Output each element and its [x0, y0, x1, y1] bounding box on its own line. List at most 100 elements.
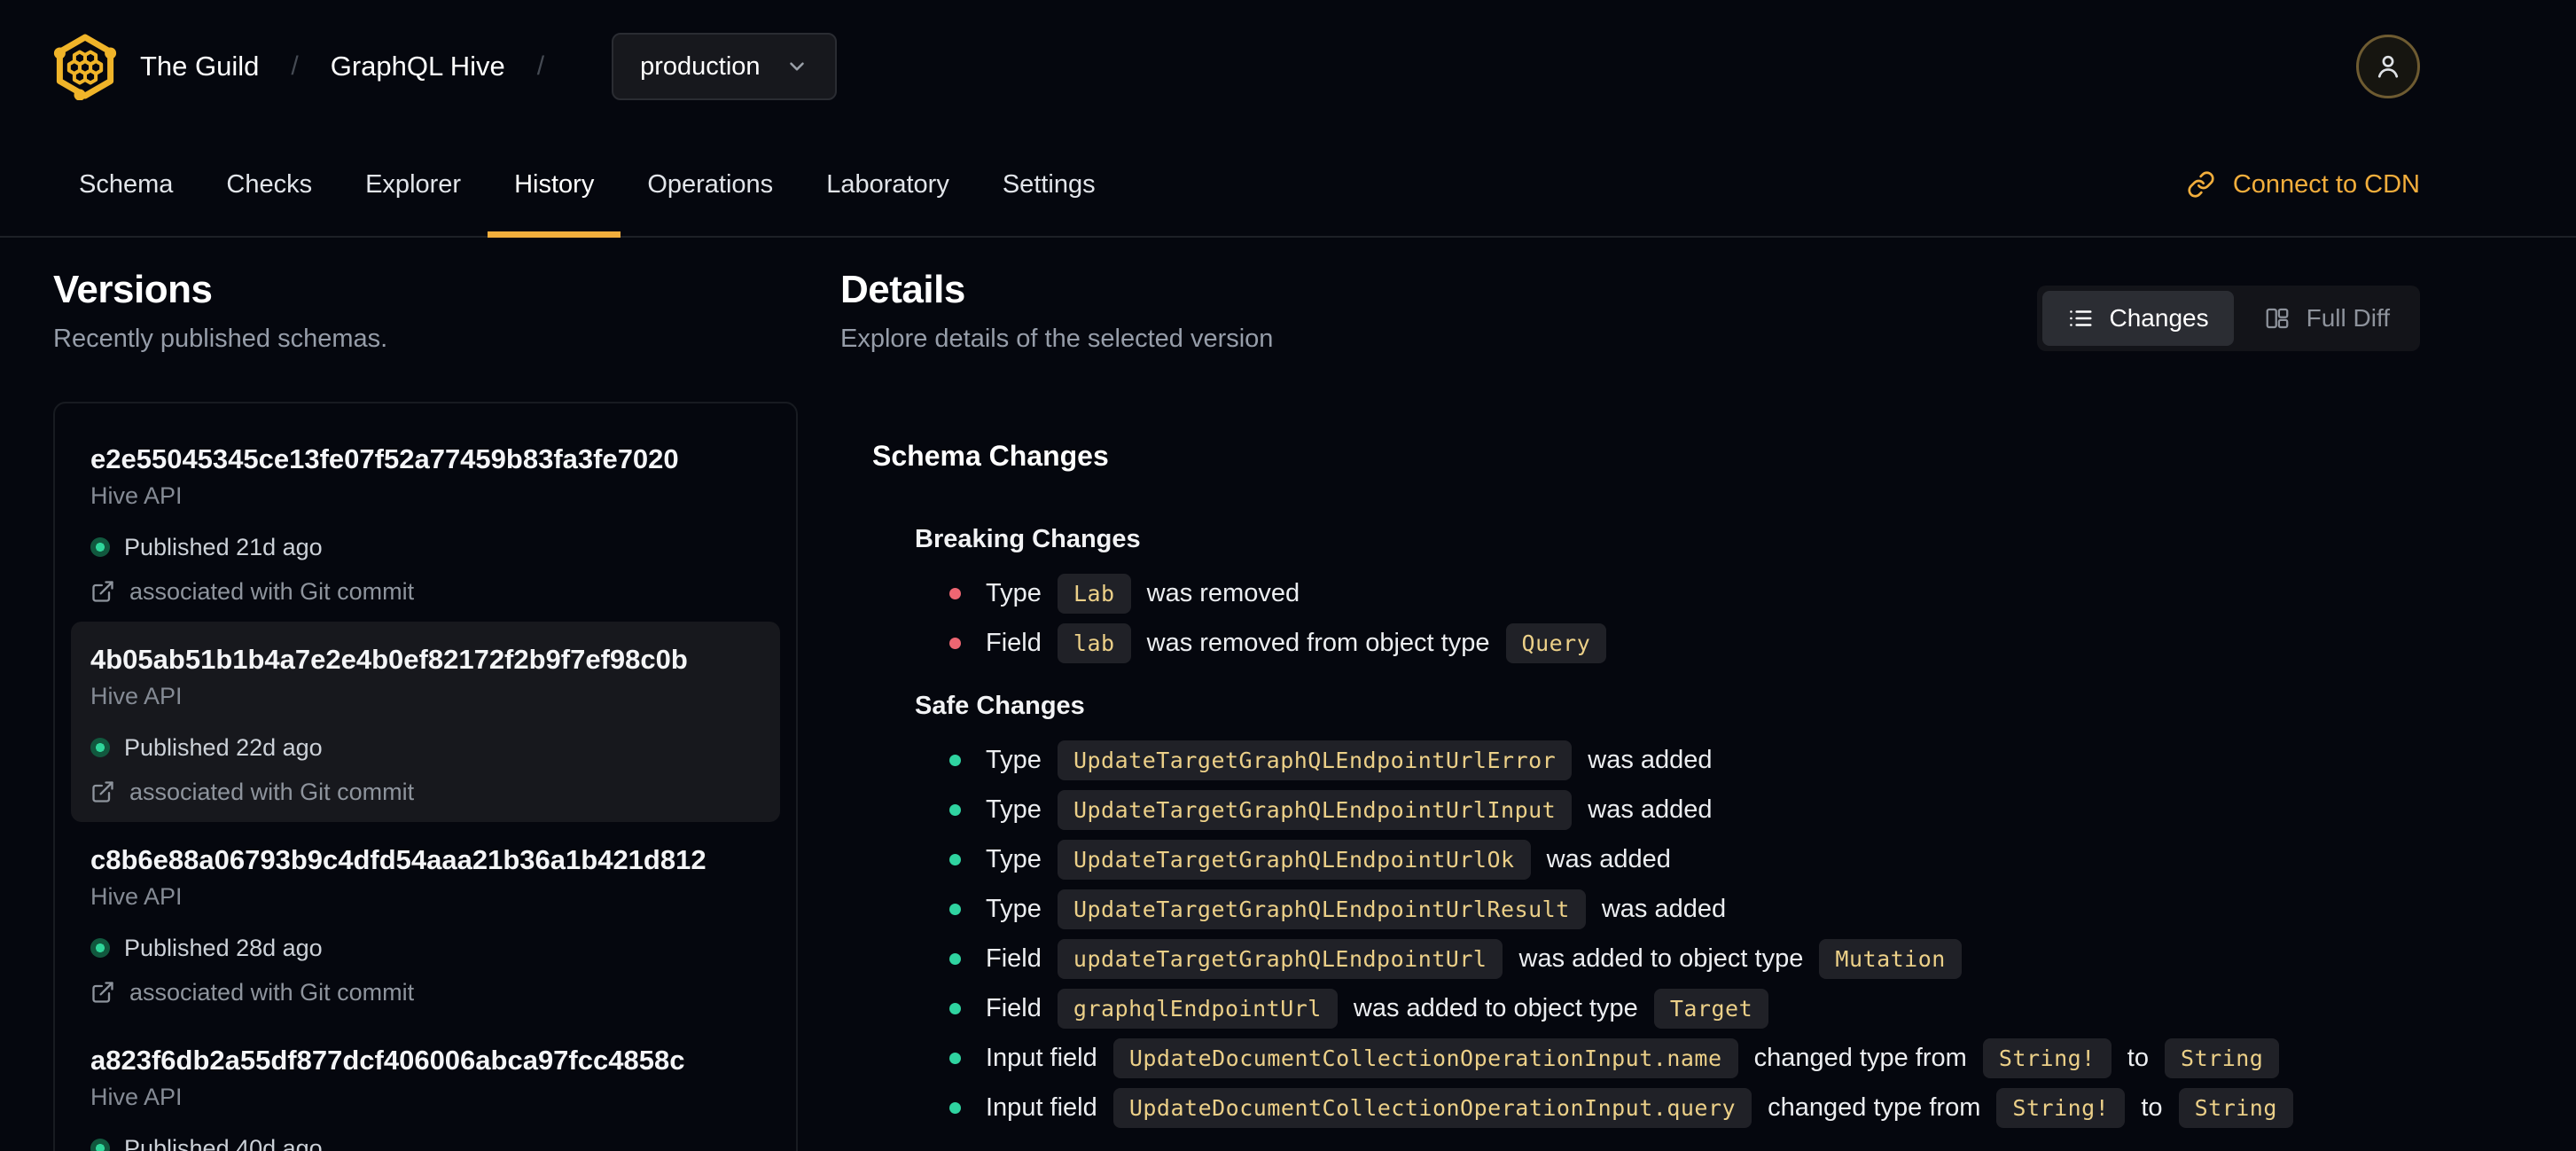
change-bullet-dot — [949, 853, 961, 865]
version-card[interactable]: 4b05ab51b1b4a7e2e4b0ef82172f2b9f7ef98c0b… — [71, 622, 780, 822]
version-card[interactable]: a823f6db2a55df877dcf406006abca97fcc4858c… — [71, 1022, 780, 1151]
top-bar: The Guild / GraphQL Hive / production — [0, 0, 2576, 133]
change-text-segment: to — [2119, 1043, 2157, 1072]
tab-schema[interactable]: Schema — [52, 133, 199, 236]
list-icon — [2069, 310, 2092, 326]
change-text: Field lab was removed from object type Q… — [986, 622, 1615, 663]
target-selector-value: production — [640, 51, 761, 81]
code-badge: UpdateTargetGraphQLEndpointUrlInput — [1057, 789, 1573, 830]
schema-change-item: Field graphqlEndpointUrl was added to ob… — [949, 983, 2420, 1033]
change-text-segment: Type — [986, 844, 1049, 873]
link-icon — [2188, 171, 2214, 198]
published-status-dot — [90, 938, 110, 958]
version-published-text: Published 22d ago — [124, 734, 323, 761]
change-text-segment: Field — [986, 993, 1049, 1022]
breadcrumb-org[interactable]: The Guild — [140, 51, 259, 82]
full-diff-view-button[interactable]: Full Diff — [2239, 291, 2415, 346]
version-card[interactable]: e2e55045345ce13fe07f52a77459b83fa3fe7020… — [71, 421, 780, 622]
version-published-row: Published 40d ago — [90, 1134, 761, 1151]
version-published-row: Published 28d ago — [90, 934, 761, 962]
change-bullet-dot — [949, 952, 961, 965]
version-git-commit-link[interactable]: associated with Git commit — [90, 978, 761, 1006]
change-bullet-dot — [949, 1052, 961, 1064]
change-bullet-dot — [949, 637, 961, 649]
schema-change-item: Type UpdateTargetGraphQLEndpointUrlResul… — [949, 884, 2420, 934]
code-badge: graphqlEndpointUrl — [1057, 988, 1338, 1029]
breadcrumb-separator: / — [536, 51, 545, 81]
change-group-title: Safe Changes — [915, 692, 1085, 720]
change-text: Type UpdateTargetGraphQLEndpointUrlResul… — [986, 889, 1726, 929]
change-group-breaking: Breaking Changes Type Lab was removed Fi… — [915, 524, 2420, 668]
version-git-commit-link[interactable]: associated with Git commit — [90, 778, 761, 806]
change-bullet-dot — [949, 903, 961, 915]
code-badge: updateTargetGraphQLEndpointUrl — [1057, 938, 1503, 979]
user-icon — [2377, 55, 2399, 78]
tab-laboratory[interactable]: Laboratory — [800, 133, 976, 236]
breadcrumb: The Guild / GraphQL Hive / production — [53, 33, 837, 100]
code-badge: lab — [1057, 622, 1131, 663]
breadcrumb-separator: / — [291, 51, 299, 81]
published-status-dot — [90, 537, 110, 557]
change-text-segment: Input field — [986, 1043, 1105, 1072]
code-badge: Mutation — [1819, 938, 1962, 979]
code-badge: String — [2178, 1087, 2293, 1128]
tab-bar: Schema Checks Explorer History Operations Lab… — [0, 133, 2576, 238]
tab-checks[interactable]: Checks — [199, 133, 339, 236]
tab-explorer[interactable]: Explorer — [339, 133, 488, 236]
change-text: Type UpdateTargetGraphQLEndpointUrlInput… — [986, 789, 1713, 830]
details-panel: Details Explore details of the selected … — [840, 268, 2420, 1151]
code-badge: UpdateTargetGraphQLEndpointUrlResult — [1057, 889, 1586, 929]
external-link-icon — [92, 781, 113, 803]
code-badge: Query — [1505, 622, 1607, 663]
connect-to-cdn-button[interactable]: Connect to CDN — [2187, 133, 2420, 236]
version-git-commit-link[interactable]: associated with Git commit — [90, 577, 761, 606]
breadcrumb-project[interactable]: GraphQL Hive — [331, 51, 505, 82]
versions-list: e2e55045345ce13fe07f52a77459b83fa3fe7020… — [53, 402, 798, 1151]
change-text-segment: was added to object type — [1511, 944, 1811, 973]
schema-change-item: Type UpdateTargetGraphQLEndpointUrlOk wa… — [949, 834, 2420, 884]
version-card[interactable]: c8b6e88a06793b9c4dfd54aaa21b36a1b421d812… — [71, 822, 780, 1022]
tab-history[interactable]: History — [488, 133, 621, 238]
versions-subtitle: Recently published schemas. — [53, 325, 388, 353]
change-bullet-dot — [949, 754, 961, 766]
tab-operations[interactable]: Operations — [621, 133, 800, 236]
change-text-segment: Field — [986, 628, 1049, 657]
chevron-down-icon — [789, 62, 804, 71]
change-text: Input field UpdateDocumentCollectionOper… — [986, 1037, 2288, 1078]
schema-change-item: Input field UpdateDocumentCollectionOper… — [949, 1083, 2420, 1132]
schema-change-item: Field updateTargetGraphQLEndpointUrl was… — [949, 934, 2420, 983]
change-bullet-dot — [949, 803, 961, 816]
versions-panel: Versions Recently published schemas. e2e… — [53, 268, 798, 1151]
version-published-text: Published 28d ago — [124, 935, 323, 961]
details-header: Details Explore details of the selected … — [840, 268, 2420, 354]
schema-change-item: Input field UpdateDocumentCollectionOper… — [949, 1033, 2420, 1083]
change-text-segment: Type — [986, 894, 1049, 923]
schema-changes-groups: Breaking Changes Type Lab was removed Fi… — [872, 524, 2420, 1132]
tabs: Schema Checks Explorer History Operations Lab… — [52, 133, 1122, 238]
version-hash: e2e55045345ce13fe07f52a77459b83fa3fe7020 — [90, 443, 679, 474]
version-git-text: associated with Git commit — [129, 578, 415, 605]
change-list: Type UpdateTargetGraphQLEndpointUrlError… — [915, 735, 2420, 1132]
tab-settings[interactable]: Settings — [976, 133, 1122, 236]
change-text-segment: was added to object type — [1346, 993, 1645, 1022]
details-heading-block: Details Explore details of the selected … — [840, 268, 1273, 354]
changes-view-label: Changes — [2109, 304, 2209, 332]
hive-logo-icon[interactable] — [53, 33, 117, 100]
change-bullet-dot — [949, 1101, 961, 1114]
code-badge: UpdateTargetGraphQLEndpointUrlOk — [1057, 839, 1531, 880]
change-text: Input field UpdateDocumentCollectionOper… — [986, 1087, 2302, 1128]
change-text-segment: changed type from — [1746, 1043, 1974, 1072]
details-title: Details — [840, 268, 965, 311]
schema-changes-section: Schema Changes Breaking Changes Type Lab… — [840, 439, 2420, 1132]
details-subtitle: Explore details of the selected version — [840, 325, 1274, 353]
changes-view-button[interactable]: Changes — [2041, 291, 2234, 346]
published-status-dot — [90, 1139, 110, 1151]
change-text-segment: to — [2134, 1092, 2170, 1122]
target-selector-dropdown[interactable]: production — [612, 33, 837, 100]
published-status-dot — [90, 738, 110, 757]
connect-to-cdn-label: Connect to CDN — [2232, 169, 2420, 199]
user-avatar-button[interactable] — [2356, 35, 2420, 98]
change-text-segment: was added — [1581, 795, 1713, 824]
change-text-segment: Type — [986, 745, 1049, 774]
version-published-text: Published 40d ago — [124, 1135, 323, 1151]
